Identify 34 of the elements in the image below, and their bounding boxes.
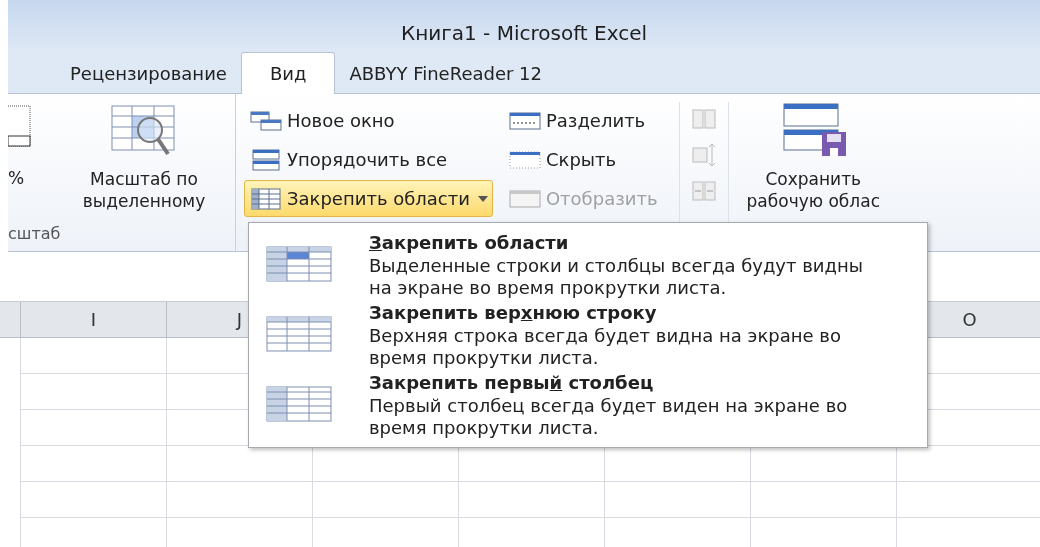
ribbon-tab[interactable]: ABBYY FineReader 12 <box>335 53 557 93</box>
windows-icon <box>249 109 283 132</box>
menu-item-description: Первый столбец всегда будет виден на экране во время прокрутки листа. <box>369 395 849 439</box>
sync-scroll-icon[interactable] <box>691 142 716 168</box>
menu-item-description: Верхняя строка всегда будет видна на экране во время прокрутки листа. <box>369 325 842 369</box>
group-label: сштаб <box>8 223 62 245</box>
freeze-panes-icon <box>265 245 333 285</box>
ribbon-command[interactable]: Разделить <box>502 102 663 139</box>
window-icon <box>507 187 542 210</box>
dropdown-caret-icon <box>477 195 488 202</box>
freeze-first-column-icon <box>265 385 333 425</box>
zoom-to-selection-button[interactable]: Масштаб по выделенному <box>52 104 235 212</box>
ribbon-tab[interactable]: Рецензирование <box>56 53 241 93</box>
side-by-side-icon[interactable] <box>691 108 716 130</box>
menu-item-description: Выделенные строки и столбцы всегда будут видны на экране во время прокрутки листа. <box>369 255 864 299</box>
menu-item-title: Закрепить верхнюю строку <box>369 301 658 325</box>
reset-position-icon[interactable] <box>691 180 716 202</box>
ribbon-command[interactable]: Закрепить области <box>244 180 493 217</box>
stacked-windows-icon <box>249 148 283 171</box>
ribbon-tab[interactable]: Вид <box>240 52 336 94</box>
zoom-percent-label[interactable]: % <box>8 166 25 192</box>
ribbon-command[interactable]: Новое окно <box>244 102 493 139</box>
menu-item[interactable]: Закрепить первый столбец Первый столбец всегда будет виден на экране во время прокрутки листа. <box>249 371 927 439</box>
split-window-icon <box>507 109 542 132</box>
ribbon-command[interactable]: Упорядочить все <box>244 141 493 178</box>
ribbon-command[interactable]: Скрыть <box>502 141 663 178</box>
window-title: Книга1 - Microsoft Excel <box>400 20 647 47</box>
table-icon <box>249 187 283 210</box>
column-header[interactable]: I <box>20 302 166 337</box>
menu-item-title: Закрепить первый столбец <box>369 371 655 395</box>
hidden-window-icon <box>507 148 542 171</box>
menu-item[interactable]: Закрепить области Выделенные строки и столбцы всегда будут видны на экране во время прокрутки листа. <box>249 231 927 299</box>
freeze-top-row-icon <box>265 315 333 355</box>
menu-item-title: Закрепить области <box>369 231 570 255</box>
